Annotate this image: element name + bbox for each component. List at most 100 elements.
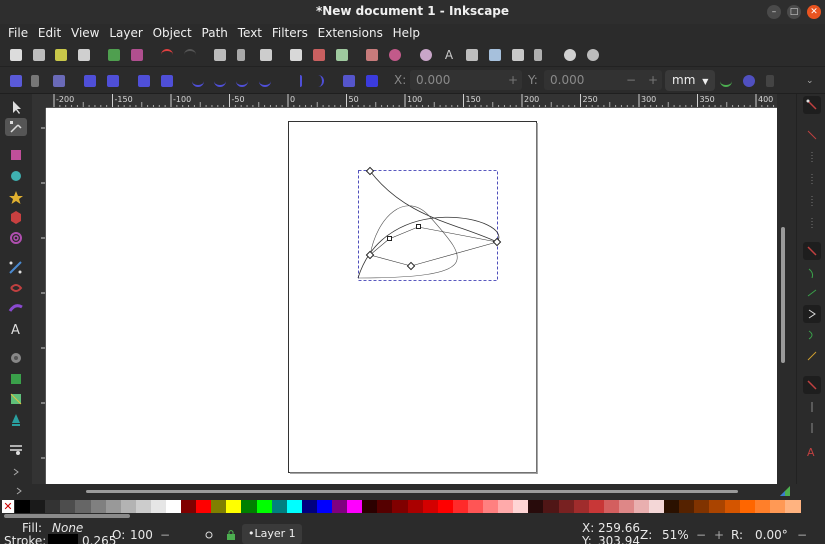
menu-path[interactable]: Path bbox=[199, 24, 231, 42]
snap-rotation-center-icon[interactable] bbox=[803, 419, 821, 437]
no-paint-swatch[interactable]: ✕ bbox=[2, 500, 14, 513]
color-swatch[interactable] bbox=[90, 500, 107, 513]
color-swatch[interactable] bbox=[724, 500, 741, 513]
node-y-increment[interactable]: + bbox=[642, 70, 664, 90]
open-icon[interactable] bbox=[33, 49, 45, 61]
snap-intersections-icon[interactable] bbox=[803, 284, 821, 302]
mesh-tool[interactable] bbox=[5, 390, 27, 408]
menu-layer[interactable]: Layer bbox=[106, 24, 145, 42]
menu-edit[interactable]: Edit bbox=[35, 24, 64, 42]
snap-paths-icon[interactable] bbox=[803, 264, 821, 282]
snap-bbox-icon[interactable] bbox=[803, 126, 821, 144]
color-swatch[interactable] bbox=[739, 500, 756, 513]
minimize-button[interactable]: – bbox=[767, 5, 781, 19]
color-swatch[interactable] bbox=[679, 500, 696, 513]
menu-extensions[interactable]: Extensions bbox=[315, 24, 386, 42]
menu-object[interactable]: Object bbox=[150, 24, 195, 42]
group-icon[interactable] bbox=[366, 49, 378, 61]
lock-icon[interactable] bbox=[225, 529, 237, 541]
color-swatch[interactable] bbox=[603, 500, 620, 513]
snap-bbox-center-icon[interactable] bbox=[803, 214, 821, 232]
color-swatch[interactable] bbox=[256, 500, 273, 513]
opacity-decrement[interactable]: − bbox=[160, 528, 170, 542]
snap-bbox-midpoint-icon[interactable] bbox=[803, 192, 821, 210]
color-management-icon[interactable] bbox=[779, 485, 791, 497]
snap-toggle-icon[interactable] bbox=[803, 96, 821, 114]
color-swatch[interactable] bbox=[332, 500, 348, 513]
toolbox-more-chevron-icon[interactable] bbox=[5, 466, 27, 478]
color-swatch[interactable] bbox=[301, 500, 318, 513]
snap-bbox-corner-icon[interactable] bbox=[803, 170, 821, 188]
insert-node-dropdown-icon[interactable] bbox=[31, 75, 39, 87]
make-smooth-icon[interactable] bbox=[214, 75, 226, 87]
object-to-path-icon[interactable] bbox=[343, 75, 355, 87]
show-outline-icon[interactable] bbox=[766, 75, 774, 87]
fill-value[interactable]: None bbox=[52, 521, 83, 535]
show-transform-handles-icon[interactable] bbox=[720, 75, 732, 87]
objects-icon[interactable] bbox=[512, 49, 524, 61]
paste-icon[interactable] bbox=[260, 49, 272, 61]
redo-icon[interactable] bbox=[184, 49, 196, 61]
node-x-value[interactable]: 0.000 bbox=[416, 70, 450, 90]
text-tool[interactable]: A bbox=[5, 320, 27, 338]
delete-segment-icon[interactable] bbox=[161, 75, 173, 87]
current-layer-selector[interactable]: •Layer 1 ▼ bbox=[242, 524, 302, 544]
color-swatch[interactable] bbox=[664, 500, 681, 513]
vertical-scrollbar[interactable] bbox=[777, 94, 789, 484]
color-swatch[interactable] bbox=[754, 500, 771, 513]
color-swatch[interactable] bbox=[15, 500, 31, 513]
zoom-out-button[interactable]: − bbox=[696, 528, 706, 542]
node-y-spinbox[interactable]: Y: 0.000 − + bbox=[528, 70, 664, 90]
bezier-handle[interactable] bbox=[416, 224, 421, 229]
color-swatch[interactable] bbox=[573, 500, 590, 513]
document-properties-icon[interactable] bbox=[587, 49, 599, 61]
rectangle-tool[interactable] bbox=[5, 146, 27, 164]
show-handles-icon[interactable] bbox=[743, 75, 755, 87]
unit-selector[interactable]: mm ▼ bbox=[665, 70, 716, 91]
vertical-scroll-thumb[interactable] bbox=[781, 227, 785, 363]
color-swatch[interactable] bbox=[135, 500, 152, 513]
color-swatch[interactable] bbox=[45, 500, 62, 513]
stroke-to-path-icon[interactable] bbox=[366, 75, 378, 87]
color-swatch[interactable] bbox=[347, 500, 364, 513]
new-document-icon[interactable] bbox=[10, 49, 22, 61]
node-y-decrement[interactable]: − bbox=[620, 70, 642, 90]
layers-icon[interactable] bbox=[466, 49, 478, 61]
measure-tool[interactable] bbox=[5, 440, 27, 458]
zoom-in-button[interactable]: + bbox=[714, 528, 724, 542]
text-font-icon[interactable]: A bbox=[443, 49, 455, 61]
color-swatch[interactable] bbox=[483, 500, 499, 513]
color-swatch[interactable] bbox=[377, 500, 394, 513]
menu-filters[interactable]: Filters bbox=[269, 24, 311, 42]
color-swatch[interactable] bbox=[618, 500, 635, 513]
3d-box-tool[interactable] bbox=[5, 208, 27, 226]
zoom-value[interactable]: 51% bbox=[662, 528, 689, 542]
make-cusp-icon[interactable] bbox=[192, 75, 204, 87]
color-swatch[interactable] bbox=[422, 500, 439, 513]
print-icon[interactable] bbox=[78, 49, 90, 61]
insert-node-icon[interactable] bbox=[10, 75, 22, 87]
export-icon[interactable] bbox=[131, 49, 143, 61]
preferences-icon[interactable] bbox=[564, 49, 576, 61]
color-swatch[interactable] bbox=[75, 500, 92, 513]
color-swatch[interactable] bbox=[784, 500, 801, 513]
snap-midpoints-icon[interactable] bbox=[803, 347, 821, 365]
color-swatch[interactable] bbox=[558, 500, 575, 513]
color-swatch[interactable] bbox=[694, 500, 711, 513]
stroke-color-swatch[interactable] bbox=[48, 534, 78, 544]
delete-icon[interactable] bbox=[313, 49, 325, 61]
color-swatch[interactable] bbox=[181, 500, 198, 513]
cut-icon[interactable] bbox=[237, 49, 245, 61]
duplicate-icon[interactable] bbox=[290, 49, 302, 61]
node-y-value[interactable]: 0.000 bbox=[550, 70, 584, 90]
undo-icon[interactable] bbox=[161, 49, 173, 61]
color-swatch[interactable] bbox=[392, 500, 409, 513]
toolbox-expand-chevron-icon[interactable] bbox=[12, 484, 26, 498]
break-path-icon[interactable] bbox=[107, 75, 119, 87]
join-nodes-icon[interactable] bbox=[84, 75, 96, 87]
color-swatch[interactable] bbox=[709, 500, 726, 513]
bezier-handle[interactable] bbox=[387, 236, 392, 241]
color-swatch[interactable] bbox=[498, 500, 515, 513]
pencil-tool[interactable] bbox=[5, 279, 27, 297]
color-swatch[interactable] bbox=[588, 500, 605, 513]
